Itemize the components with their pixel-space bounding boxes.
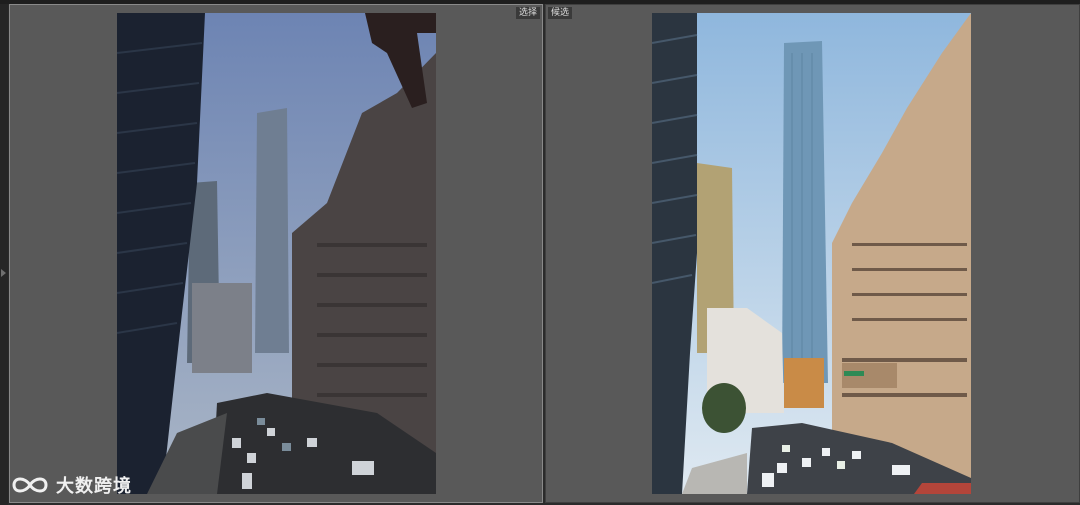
watermark-text: 大数跨境 — [56, 476, 132, 497]
filmstrip-rail[interactable] — [0, 4, 8, 505]
chevron-right-icon[interactable] — [1, 269, 6, 277]
candidate-photo[interactable] — [652, 13, 971, 494]
candidate-panel[interactable]: 候选 — [545, 4, 1080, 503]
watermark: 大数跨境 — [10, 470, 132, 500]
select-photo-image — [117, 13, 436, 494]
candidate-label: 候选 — [548, 7, 573, 19]
infinity-logo — [12, 477, 48, 493]
select-photo[interactable] — [117, 13, 436, 494]
select-panel[interactable]: 选择 — [9, 4, 543, 503]
candidate-photo-image — [652, 13, 971, 494]
select-label: 选择 — [515, 7, 540, 19]
